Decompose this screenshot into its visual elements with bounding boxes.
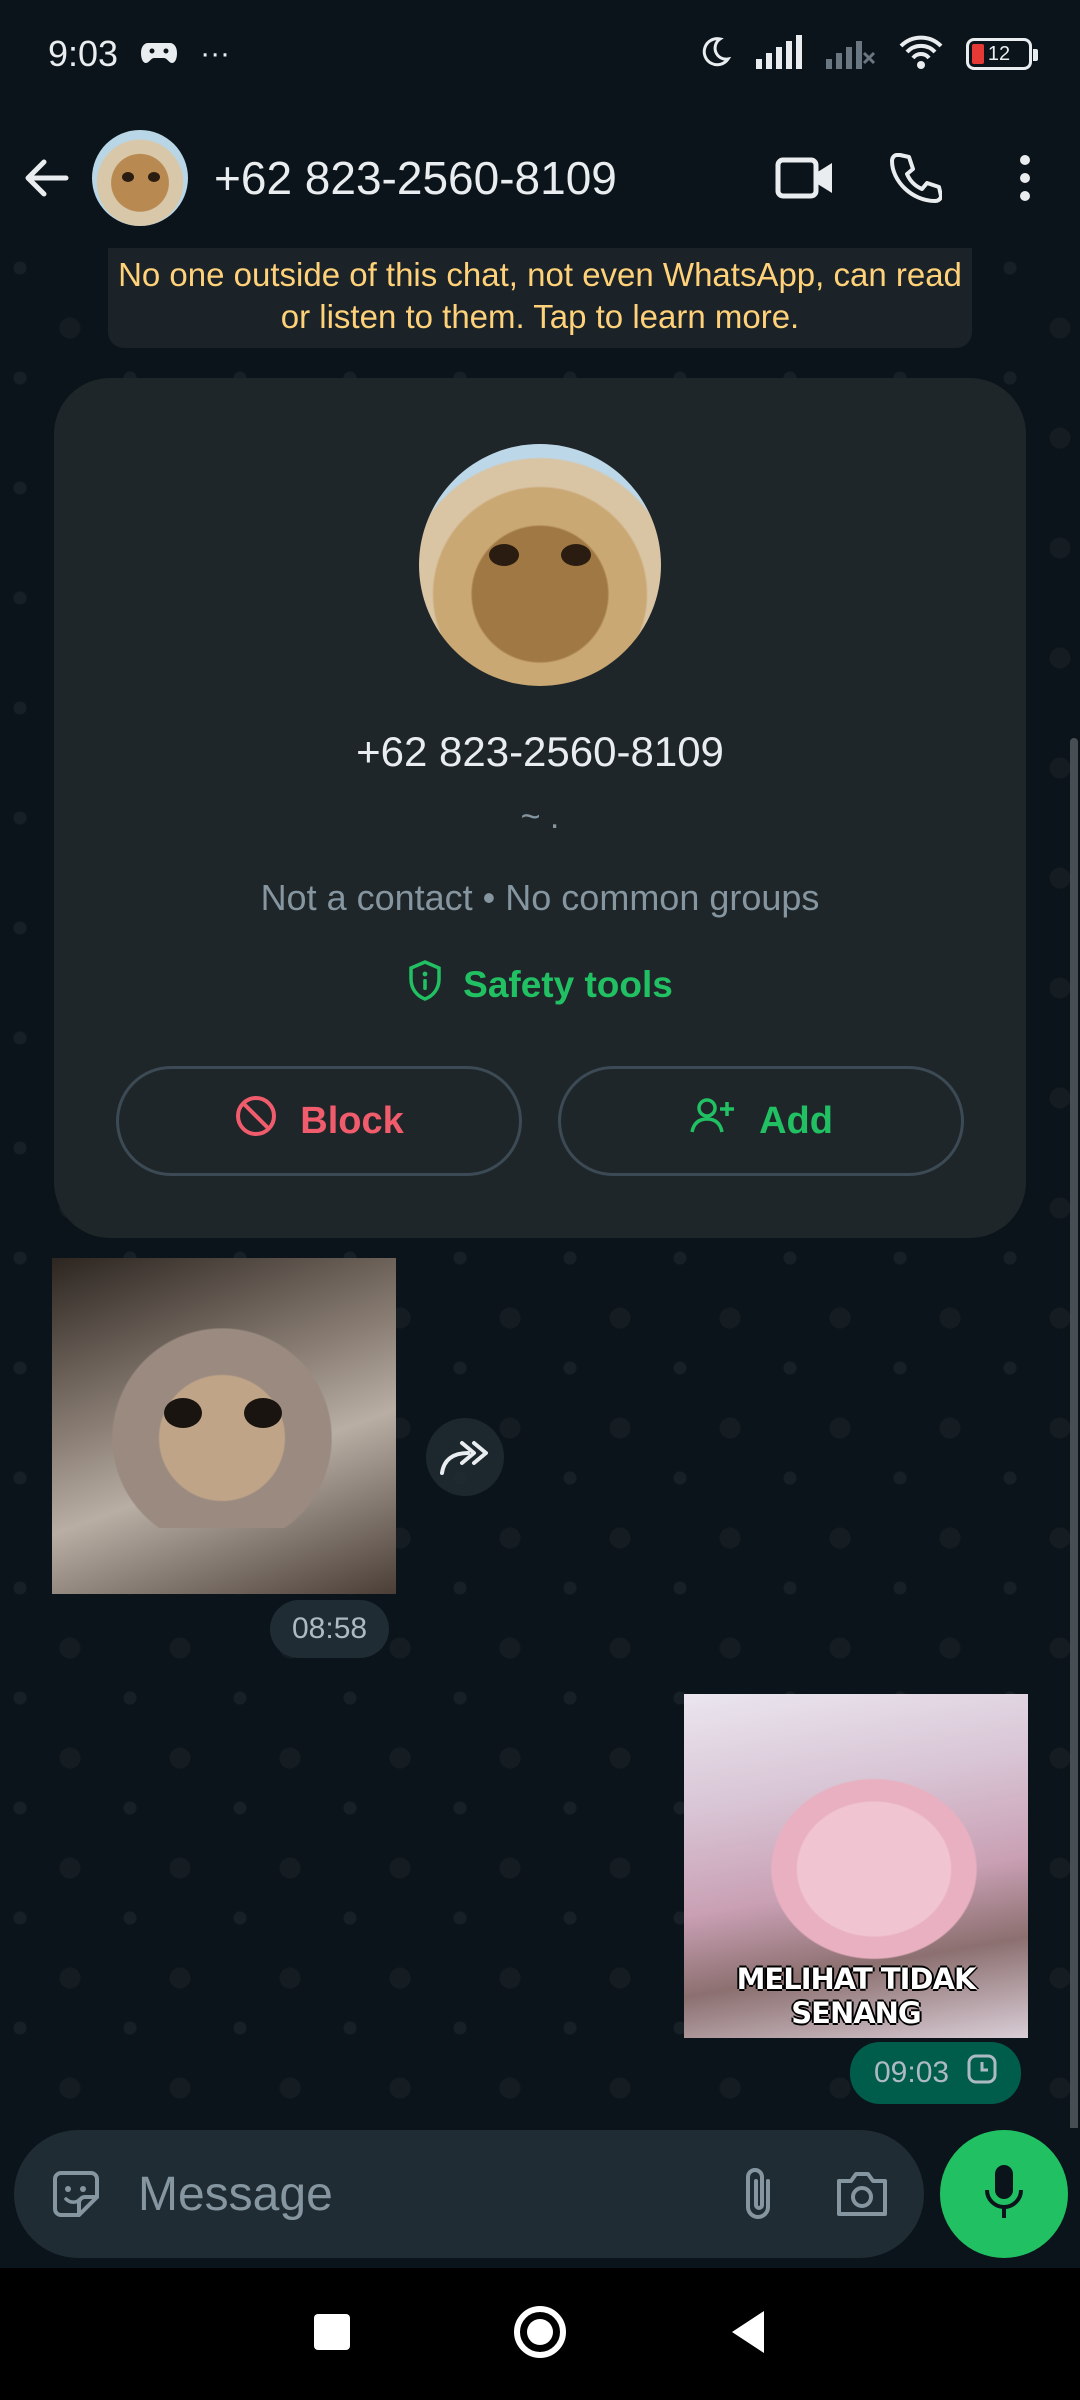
outgoing-sticker-message[interactable]: MELIHAT TIDAK SENANG [684,1694,1028,2038]
recents-icon[interactable] [312,2312,352,2357]
cat-sticker-image [112,1328,332,1528]
incoming-sticker-message[interactable] [52,1258,396,1594]
signal-no-service-icon [824,35,876,74]
more-vertical-icon[interactable] [990,143,1060,213]
safety-tools-label: Safety tools [463,963,673,1005]
chat-header: +62 823-2560-8109 [0,108,1080,248]
clock-icon [967,2054,997,2092]
block-button[interactable]: Block [116,1066,522,1176]
contact-avatar[interactable] [92,130,188,226]
add-person-icon [689,1096,737,1146]
sticker-icon[interactable] [44,2162,108,2226]
home-icon[interactable] [512,2304,568,2365]
forward-icon[interactable] [426,1418,504,1496]
arrow-left-icon[interactable] [20,151,74,205]
add-label: Add [759,1099,833,1142]
block-label: Block [300,1099,404,1142]
microphone-button[interactable] [940,2130,1068,2258]
game-controller-icon [140,37,178,72]
contact-name[interactable]: +62 823-2560-8109 [214,151,730,205]
outgoing-message-status: 09:03 [850,2042,1022,2104]
microphone-icon [982,2162,1026,2227]
paperclip-icon[interactable] [726,2162,790,2226]
video-camera-icon[interactable] [770,143,840,213]
message-composer[interactable]: Message [14,2130,924,2258]
incoming-message-time: 08:58 [270,1600,390,1658]
safety-tools-link[interactable]: Safety tools [407,959,673,1010]
status-bar: 9:03 ··· 12 [0,0,1080,108]
encryption-notice[interactable]: No one outside of this chat, not even Wh… [108,248,972,348]
system-nav-bar [0,2268,1080,2400]
wifi-icon [898,34,944,75]
status-time: 9:03 [48,33,119,74]
contact-info-card: +62 823-2560-8109 ~ . Not a contact • No… [54,378,1026,1238]
moon-icon [698,35,732,74]
outgoing-message-time: 09:03 [874,2056,950,2089]
card-about: ~ . [520,798,560,836]
chat-scrollbar[interactable] [1070,738,1078,2128]
battery-indicator: 12 [966,38,1038,70]
block-icon [234,1094,278,1148]
status-bar-left: 9:03 ··· [48,33,230,75]
sticker-caption: MELIHAT TIDAK SENANG [736,1962,977,2030]
chat-area[interactable]: No one outside of this chat, not even Wh… [0,248,1080,2128]
phone-icon[interactable] [880,143,950,213]
message-input[interactable]: Message [138,2167,686,2222]
card-phone-number: +62 823-2560-8109 [356,728,724,775]
pig-sticker-image [754,1764,994,1974]
card-actions: Block Add [116,1066,964,1176]
shield-icon [407,959,443,1010]
add-contact-button[interactable]: Add [558,1066,964,1176]
status-bar-right: 12 [698,34,1038,75]
camera-icon[interactable] [830,2162,894,2226]
contact-avatar-large[interactable] [419,444,661,686]
card-contact-meta: Not a contact • No common groups [260,877,820,918]
back-nav-icon[interactable] [728,2309,768,2360]
status-more: ··· [200,37,231,70]
signal-icon [754,34,802,74]
